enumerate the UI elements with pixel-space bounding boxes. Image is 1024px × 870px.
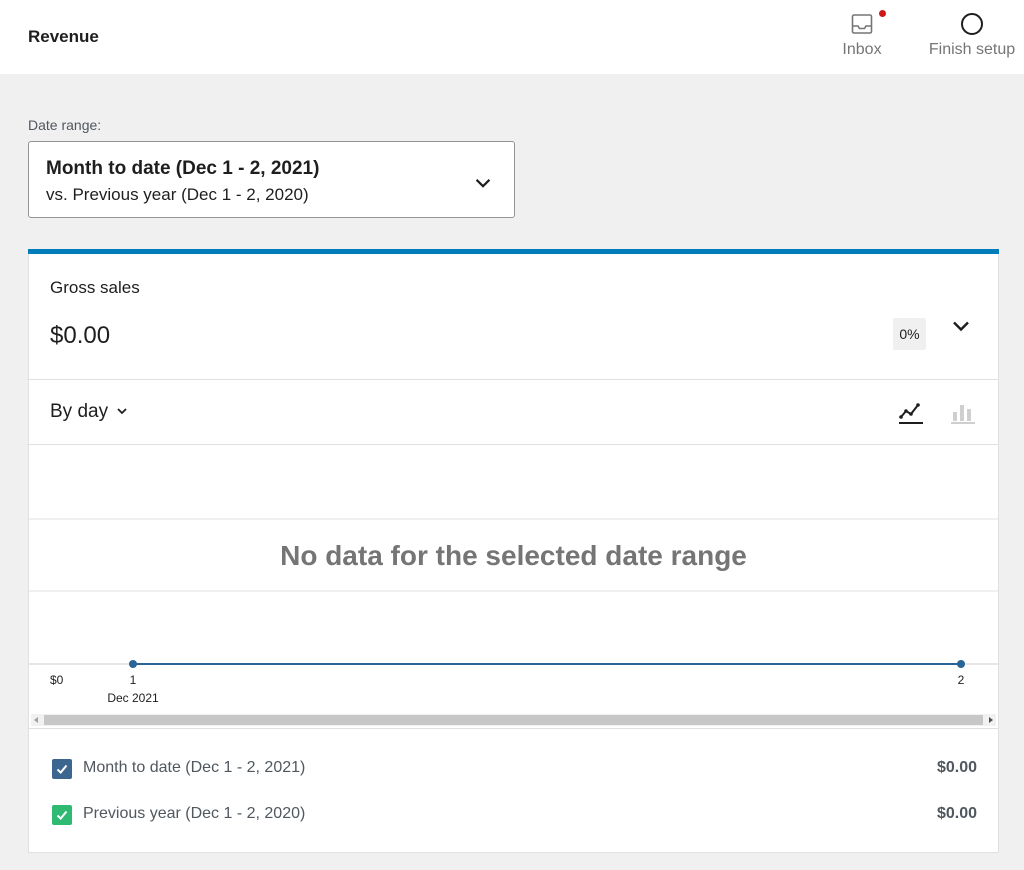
finish-setup-button[interactable]: Finish setup: [922, 12, 1022, 59]
metric-value: $0.00: [50, 322, 111, 349]
legend-label: Previous year (Dec 1 - 2, 2020): [83, 805, 306, 822]
date-range-secondary: vs. Previous year (Dec 1 - 2, 2020): [46, 185, 309, 204]
legend-item: Month to date (Dec 1 - 2, 2021) $0.00: [29, 755, 998, 783]
metric-gross-sales[interactable]: Gross sales $0.00 0%: [29, 254, 998, 380]
y-tick-label: $0: [50, 673, 64, 687]
x-sublabel: Dec 2021: [107, 691, 159, 705]
legend-value: $0.00: [936, 805, 977, 822]
x-tick-label: 2: [958, 673, 965, 687]
date-range-primary: Month to date (Dec 1 - 2, 2021): [46, 158, 320, 179]
chart-legend: Month to date (Dec 1 - 2, 2021) $0.00 Pr…: [29, 728, 998, 852]
no-data-message: No data for the selected date range: [280, 540, 747, 571]
chevron-down-icon: [949, 314, 973, 343]
legend-label: Month to date (Dec 1 - 2, 2021): [83, 759, 306, 776]
page-title: Revenue: [28, 27, 99, 46]
chart-area: $0 1 2 Dec 2021 No data for the selected…: [29, 446, 998, 728]
progress-ring-icon: [960, 12, 984, 36]
metric-label: Gross sales: [50, 278, 140, 297]
check-icon: [56, 764, 68, 774]
date-range-label: Date range:: [28, 117, 102, 133]
date-range-picker[interactable]: Month to date (Dec 1 - 2, 2021) vs. Prev…: [28, 141, 515, 218]
scrollbar-thumb: [44, 715, 983, 725]
finish-setup-label: Finish setup: [928, 41, 1016, 58]
inbox-button[interactable]: Inbox: [834, 10, 890, 59]
check-icon: [56, 810, 68, 820]
notification-dot: [879, 10, 886, 17]
delta-badge: 0%: [893, 318, 926, 350]
legend-checkbox[interactable]: [52, 805, 72, 825]
x-tick-label: 1: [130, 673, 137, 687]
interval-select[interactable]: By day: [50, 401, 128, 423]
chart-svg: $0 1 2 Dec 2021: [29, 518, 998, 726]
data-point: [129, 660, 137, 668]
data-point: [957, 660, 965, 668]
inbox-label: Inbox: [842, 41, 882, 58]
legend-value: $0.00: [936, 759, 977, 776]
inbox-icon: [850, 10, 886, 36]
top-bar: Revenue Inbox Finish setup: [0, 0, 1024, 74]
horizontal-scrollbar[interactable]: [31, 714, 996, 726]
report-card: Gross sales $0.00 0% By day $0 1 2 Dec 2…: [28, 249, 999, 853]
legend-checkbox[interactable]: [52, 759, 72, 779]
chart-header: By day: [29, 381, 998, 445]
line-chart-icon[interactable]: [897, 399, 925, 432]
interval-label: By day: [50, 401, 109, 422]
bar-chart-icon[interactable]: [949, 399, 977, 432]
chevron-down-icon: [116, 401, 128, 423]
chevron-down-icon: [472, 172, 494, 199]
legend-item: Previous year (Dec 1 - 2, 2020) $0.00: [29, 801, 998, 829]
